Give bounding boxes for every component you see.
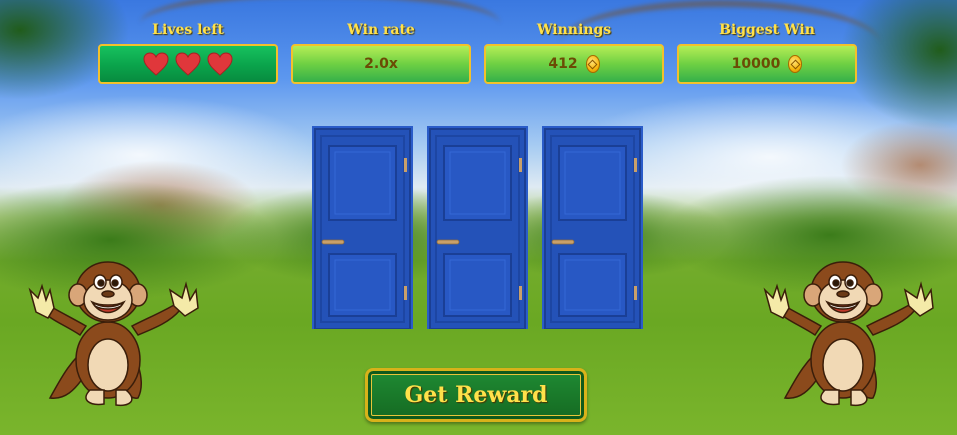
door-icon xyxy=(427,126,528,329)
winnings-box: 412 xyxy=(484,44,664,84)
stat-win-rate-label: Win rate xyxy=(347,22,415,38)
door-icon xyxy=(542,126,643,329)
heart-icon xyxy=(175,52,201,76)
monkey-right-icon xyxy=(763,261,934,407)
background-rocks xyxy=(840,120,957,210)
biggest-win-value: 10000 xyxy=(731,56,781,72)
get-reward-button[interactable]: Get Reward xyxy=(365,368,587,422)
win-rate-value: 2.0x xyxy=(364,56,398,72)
stat-biggest-win-label: Biggest Win xyxy=(719,22,815,38)
door-1[interactable] xyxy=(312,126,413,329)
stat-winnings: Winnings 412 xyxy=(484,20,664,84)
lives-box xyxy=(98,44,278,84)
heart-icon xyxy=(207,52,233,76)
stat-winnings-label: Winnings xyxy=(536,22,612,38)
winnings-value: 412 xyxy=(548,56,578,72)
coin-icon xyxy=(585,55,600,73)
win-rate-box: 2.0x xyxy=(291,44,471,84)
coin-icon xyxy=(788,55,803,73)
biggest-win-box: 10000 xyxy=(677,44,857,84)
background-foliage xyxy=(840,0,957,130)
get-reward-label: Get Reward xyxy=(404,382,548,408)
stat-lives-label: Lives left xyxy=(152,22,224,38)
stat-lives: Lives left xyxy=(98,20,278,84)
stat-biggest-win: Biggest Win 10000 xyxy=(677,20,857,84)
door-2[interactable] xyxy=(427,126,528,329)
background-rocks xyxy=(60,160,260,250)
door-icon xyxy=(312,126,413,329)
background-cloud xyxy=(0,95,320,215)
monkey-left-icon xyxy=(28,261,199,407)
heart-icon xyxy=(143,52,169,76)
game-stage: Lives left Win rate 2.0x Winnings 412 Bi… xyxy=(0,0,957,435)
stat-win-rate: Win rate 2.0x xyxy=(291,20,471,84)
door-3[interactable] xyxy=(542,126,643,329)
